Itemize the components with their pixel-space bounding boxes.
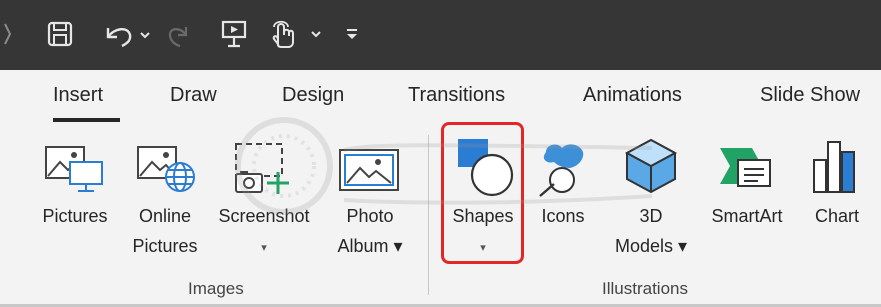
tab-transitions[interactable]: Transitions xyxy=(408,84,505,107)
3d-models-button[interactable]: 3D Models ▾ xyxy=(604,204,698,258)
screenshot-icon xyxy=(232,140,298,201)
photo-album-icon xyxy=(338,144,400,199)
smartart-button[interactable]: SmartArt xyxy=(698,204,796,228)
save-icon[interactable] xyxy=(40,14,80,54)
shapes-highlight-box xyxy=(441,122,524,264)
illustrations-group-label: Illustrations xyxy=(602,279,688,298)
photo-album-label-line-2: Album ▾ xyxy=(337,236,403,256)
3d-models-icon xyxy=(624,137,678,200)
chart-label: Chart xyxy=(814,206,859,226)
pictures-icon xyxy=(44,144,106,199)
3d-models-label-line-1: 3D xyxy=(639,206,663,226)
photo-album-button[interactable]: Photo Album ▾ xyxy=(324,204,416,258)
3d-models-label-line-2: Models ▾ xyxy=(614,236,688,256)
customize-qat-icon[interactable] xyxy=(338,14,366,54)
ribbon-tab-bar: Insert Draw Design Transitions Animation… xyxy=(0,70,881,122)
redo-icon xyxy=(160,14,198,54)
smartart-icon xyxy=(718,142,774,199)
chart-button[interactable]: Chart xyxy=(800,204,874,228)
online-pictures-icon xyxy=(136,144,198,199)
pictures-button[interactable]: Pictures xyxy=(28,204,122,228)
tab-slide-show[interactable]: Slide Show xyxy=(760,84,860,107)
icons-button[interactable]: Icons xyxy=(526,204,600,228)
tab-design[interactable]: Design xyxy=(282,84,344,107)
group-separator xyxy=(428,135,429,295)
images-group-label: Images xyxy=(188,279,244,298)
tab-insert[interactable]: Insert xyxy=(53,84,103,107)
online-pictures-button[interactable]: Online Pictures xyxy=(120,204,210,258)
screenshot-label: Screenshot xyxy=(218,206,310,226)
start-from-beginning-icon[interactable] xyxy=(214,14,254,54)
online-pictures-label-line-2: Pictures xyxy=(132,236,198,256)
screenshot-dropdown-arrow: ▾ xyxy=(261,242,267,254)
tab-animations[interactable]: Animations xyxy=(583,84,682,107)
touch-mode-icon[interactable] xyxy=(262,14,332,54)
chart-icon xyxy=(810,138,866,201)
ribbon-edge-icon xyxy=(0,14,16,54)
smartart-label: SmartArt xyxy=(711,206,783,226)
icons-icon xyxy=(536,140,592,203)
pictures-label: Pictures xyxy=(42,206,108,226)
quick-access-toolbar xyxy=(0,0,881,70)
undo-icon[interactable] xyxy=(96,14,156,54)
online-pictures-label-line-1: Online xyxy=(138,206,192,226)
screenshot-button[interactable]: Screenshot ▾ xyxy=(206,204,322,260)
icons-label: Icons xyxy=(541,206,585,226)
photo-album-label-line-1: Photo xyxy=(346,206,394,226)
tab-draw[interactable]: Draw xyxy=(170,84,217,107)
